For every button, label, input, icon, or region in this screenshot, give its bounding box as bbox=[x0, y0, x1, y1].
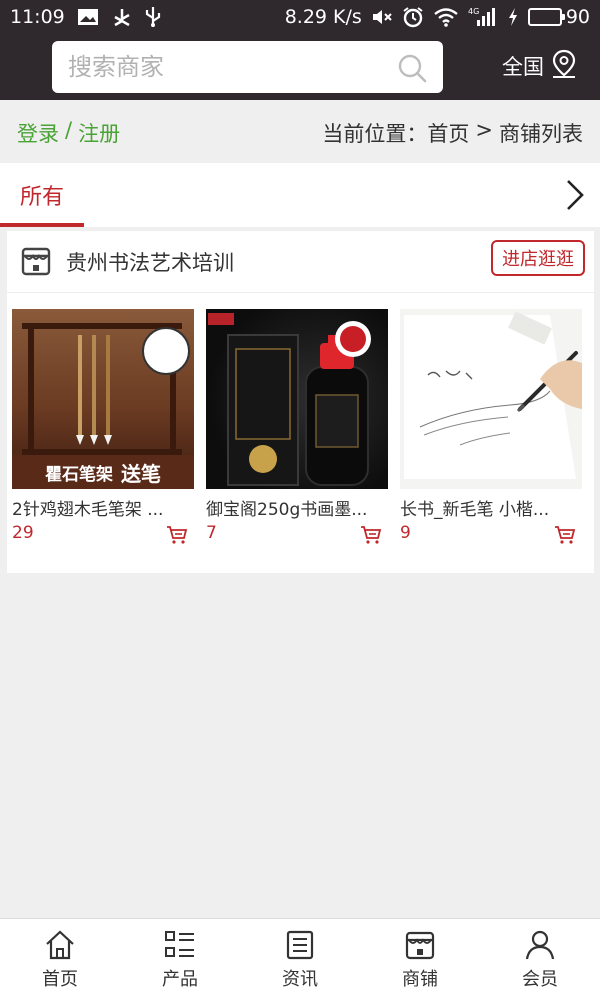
product-name[interactable]: 2针鸡翅木毛笔架 ... bbox=[12, 495, 194, 520]
location-prefix: 当前位置： bbox=[322, 122, 428, 146]
tab-all-label: 所有 bbox=[19, 185, 64, 210]
list-icon bbox=[165, 931, 194, 957]
store-icon bbox=[405, 931, 435, 960]
android-debug-icon bbox=[145, 6, 161, 28]
home-icon bbox=[46, 930, 74, 960]
bottom-nav: 首页 产品 资讯 商铺 会员 bbox=[0, 918, 600, 1000]
tab-all[interactable]: 所有 bbox=[0, 163, 84, 227]
product-list: 瞿石笔架 送笔 2针鸡翅木毛笔架 ... 29 御宝阁250g书画墨... 7 … bbox=[7, 309, 594, 559]
wifi-icon bbox=[433, 7, 459, 27]
charging-icon bbox=[507, 7, 519, 27]
product-image[interactable] bbox=[206, 309, 388, 489]
nav-home[interactable]: 首页 bbox=[0, 919, 120, 1000]
status-bar: 11:09 8.29 K/s 4G 90 bbox=[0, 0, 600, 34]
search-box[interactable] bbox=[52, 41, 443, 93]
svg-text:4G: 4G bbox=[468, 7, 479, 16]
product-image[interactable] bbox=[400, 309, 582, 489]
product-banner-text-2: 送笔 bbox=[121, 461, 161, 486]
product-name[interactable]: 御宝阁250g书画墨... bbox=[206, 495, 388, 520]
nav-news-label: 资讯 bbox=[282, 969, 318, 990]
category-tabs: 所有 bbox=[0, 163, 600, 227]
breadcrumb: 当前位置： 首页 > 商铺列表 bbox=[322, 118, 583, 148]
product-price: 29 bbox=[12, 523, 34, 543]
map-pin-icon bbox=[550, 49, 578, 84]
cart-icon[interactable] bbox=[554, 525, 576, 545]
shop-name[interactable]: 贵州书法艺术培训 bbox=[66, 247, 234, 277]
image-notification-icon bbox=[77, 8, 99, 26]
product-banner: 瞿石笔架 送笔 bbox=[12, 455, 194, 489]
search-input[interactable] bbox=[52, 41, 372, 93]
product-price: 7 bbox=[206, 523, 217, 543]
auth-links: 登录 / 注册 bbox=[17, 118, 120, 148]
breadcrumb-arrow: > bbox=[475, 118, 493, 142]
visit-shop-button[interactable]: 进店逛逛 bbox=[491, 240, 585, 276]
alarm-icon bbox=[402, 6, 424, 28]
active-tab-indicator bbox=[0, 223, 84, 227]
battery-icon: 90 bbox=[527, 6, 590, 28]
nav-home-label: 首页 bbox=[42, 969, 78, 990]
product-item[interactable]: 长书_新毛笔 小楷... 9 bbox=[400, 309, 582, 559]
nav-products-label: 产品 bbox=[162, 969, 198, 990]
region-selector[interactable]: 全国 bbox=[502, 49, 578, 83]
product-badge-icon bbox=[142, 327, 190, 375]
nav-news[interactable]: 资讯 bbox=[240, 919, 360, 1000]
chevron-right-icon[interactable] bbox=[560, 177, 588, 213]
product-name[interactable]: 长书_新毛笔 小楷... bbox=[400, 495, 582, 520]
breadcrumb-current: 商铺列表 bbox=[499, 122, 583, 146]
search-icon[interactable] bbox=[397, 53, 427, 83]
nav-member[interactable]: 会员 bbox=[480, 919, 600, 1000]
nav-member-label: 会员 bbox=[522, 969, 558, 990]
product-price: 9 bbox=[400, 523, 411, 543]
app-header: 全国 bbox=[0, 34, 600, 100]
status-time: 11:09 bbox=[10, 6, 65, 28]
user-icon bbox=[525, 930, 555, 960]
cart-icon[interactable] bbox=[166, 525, 188, 545]
breadcrumb-row: 登录 / 注册 当前位置： 首页 > 商铺列表 bbox=[0, 100, 600, 166]
nav-products[interactable]: 产品 bbox=[120, 919, 240, 1000]
auth-separator: / bbox=[65, 118, 73, 142]
store-icon bbox=[20, 245, 52, 277]
product-image[interactable]: 瞿石笔架 送笔 bbox=[12, 309, 194, 489]
net-speed: 8.29 K/s bbox=[284, 6, 362, 28]
register-link[interactable]: 注册 bbox=[78, 118, 120, 148]
shop-header: 贵州书法艺术培训 进店逛逛 bbox=[7, 231, 594, 293]
usb-icon bbox=[111, 7, 133, 27]
product-item[interactable]: 御宝阁250g书画墨... 7 bbox=[206, 309, 388, 559]
login-link[interactable]: 登录 bbox=[17, 118, 59, 148]
battery-percent: 90 bbox=[565, 6, 590, 28]
mute-icon bbox=[371, 7, 393, 27]
product-banner-text-1: 瞿石笔架 bbox=[45, 464, 113, 485]
shop-card: 贵州书法艺术培训 进店逛逛 瞿石笔架 送笔 2针鸡翅木毛笔架 ... 29 御宝… bbox=[7, 231, 594, 573]
product-item[interactable]: 瞿石笔架 送笔 2针鸡翅木毛笔架 ... 29 bbox=[12, 309, 194, 559]
nav-shops[interactable]: 商铺 bbox=[360, 919, 480, 1000]
region-label: 全国 bbox=[502, 55, 544, 79]
cart-icon[interactable] bbox=[360, 525, 382, 545]
nav-shops-label: 商铺 bbox=[402, 969, 438, 990]
signal-4g-icon: 4G bbox=[468, 6, 498, 28]
news-icon bbox=[286, 930, 314, 960]
breadcrumb-home[interactable]: 首页 bbox=[427, 118, 469, 148]
